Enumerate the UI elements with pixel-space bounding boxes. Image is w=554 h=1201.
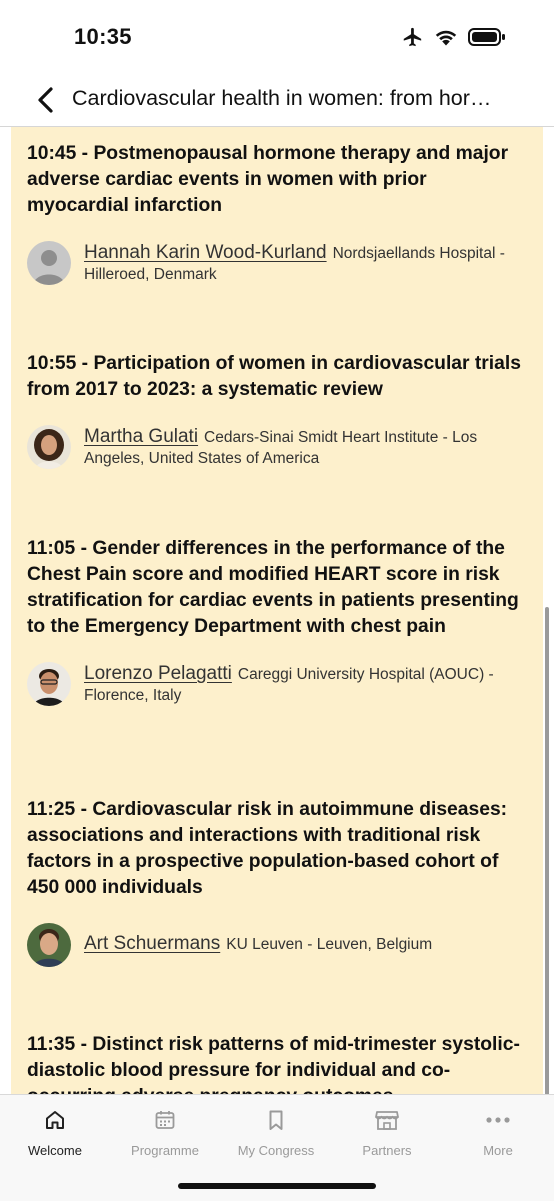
- presentation-title: 11:35 - Distinct risk patterns of mid-tr…: [27, 1034, 520, 1094]
- session-content[interactable]: 10:45 - Postmenopausal hormone therapy a…: [0, 127, 554, 1094]
- home-indicator[interactable]: [178, 1183, 376, 1189]
- airplane-icon: [403, 27, 422, 47]
- presentation-item[interactable]: 11:35 - Distinct risk patterns of mid-tr…: [27, 1032, 527, 1094]
- bookmark-icon: [269, 1110, 283, 1130]
- tab-label: Programme: [131, 1143, 199, 1158]
- store-icon: [375, 1111, 399, 1130]
- tab-label: Welcome: [28, 1143, 82, 1158]
- avatar: [27, 425, 71, 469]
- session-panel: 10:45 - Postmenopausal hormone therapy a…: [11, 127, 543, 1094]
- speaker-photo: [27, 662, 71, 706]
- speaker-row: Martha Gulati Cedars-Sinai Smidt Heart In…: [27, 425, 527, 469]
- avatar: [27, 241, 71, 285]
- presentation-item[interactable]: 11:25 - Cardiovascular risk in autoimmun…: [27, 797, 527, 967]
- speaker-info: Hannah Karin Wood-Kurland Nordsjaellands …: [84, 241, 527, 285]
- tab-label: More: [483, 1143, 513, 1158]
- tab-programme[interactable]: Programme: [110, 1105, 220, 1158]
- speaker-affiliation: KU Leuven - Leuven, Belgium: [226, 936, 433, 953]
- navigation-bar: Cardiovascular health in women: from hor…: [0, 76, 554, 127]
- home-icon: [46, 1111, 64, 1129]
- speaker-info: Lorenzo Pelagatti Careggi University Hosp…: [84, 662, 527, 706]
- avatar: [27, 662, 71, 706]
- presentation-title: 10:45 - Postmenopausal hormone therapy a…: [27, 143, 509, 216]
- tab-welcome[interactable]: Welcome: [0, 1105, 110, 1158]
- status-icons: [400, 26, 506, 48]
- speaker-name-link[interactable]: Art Schuermans: [84, 933, 220, 954]
- presentation-title: 10:55 - Participation of women in cardio…: [27, 353, 521, 400]
- battery-icon: [468, 28, 505, 46]
- page-title: Cardiovascular health in women: from hor…: [72, 86, 492, 110]
- speaker-name-link[interactable]: Hannah Karin Wood-Kurland: [84, 242, 327, 263]
- presentation-item[interactable]: 11:05 - Gender differences in the perfor…: [27, 536, 527, 706]
- speaker-row: Art Schuermans KU Leuven - Leuven, Belgiu…: [27, 923, 527, 967]
- status-time: 10:35: [74, 24, 132, 49]
- tab-my-congress[interactable]: My Congress: [221, 1105, 331, 1158]
- speaker-photo: [27, 923, 71, 967]
- status-bar: 10:35: [0, 0, 554, 76]
- back-chevron-icon[interactable]: [30, 83, 64, 117]
- speaker-row: Lorenzo Pelagatti Careggi University Hosp…: [27, 662, 527, 706]
- presentation-title: 11:05 - Gender differences in the perfor…: [27, 538, 519, 637]
- presentation-item[interactable]: 10:55 - Participation of women in cardio…: [27, 351, 527, 469]
- presentation-item[interactable]: 10:45 - Postmenopausal hormone therapy a…: [27, 141, 527, 285]
- default-avatar-icon: [27, 241, 71, 285]
- speaker-info: Martha Gulati Cedars-Sinai Smidt Heart In…: [84, 425, 527, 469]
- scrollbar[interactable]: [545, 607, 549, 1094]
- tab-partners[interactable]: Partners: [332, 1105, 442, 1158]
- tab-more[interactable]: More: [443, 1105, 553, 1158]
- speaker-name-link[interactable]: Martha Gulati: [84, 426, 198, 447]
- calendar-icon: [155, 1111, 175, 1129]
- tab-label: Partners: [362, 1143, 412, 1158]
- tab-label: My Congress: [237, 1143, 315, 1158]
- presentation-title: 11:25 - Cardiovascular risk in autoimmun…: [27, 799, 508, 898]
- speaker-name-link[interactable]: Lorenzo Pelagatti: [84, 663, 232, 684]
- speaker-info: Art Schuermans KU Leuven - Leuven, Belgiu…: [84, 923, 527, 955]
- speaker-row: Hannah Karin Wood-Kurland Nordsjaellands …: [27, 241, 527, 285]
- wifi-icon: [435, 30, 457, 46]
- avatar: [27, 923, 71, 967]
- speaker-photo: [27, 425, 71, 469]
- more-dots-icon: [486, 1117, 510, 1123]
